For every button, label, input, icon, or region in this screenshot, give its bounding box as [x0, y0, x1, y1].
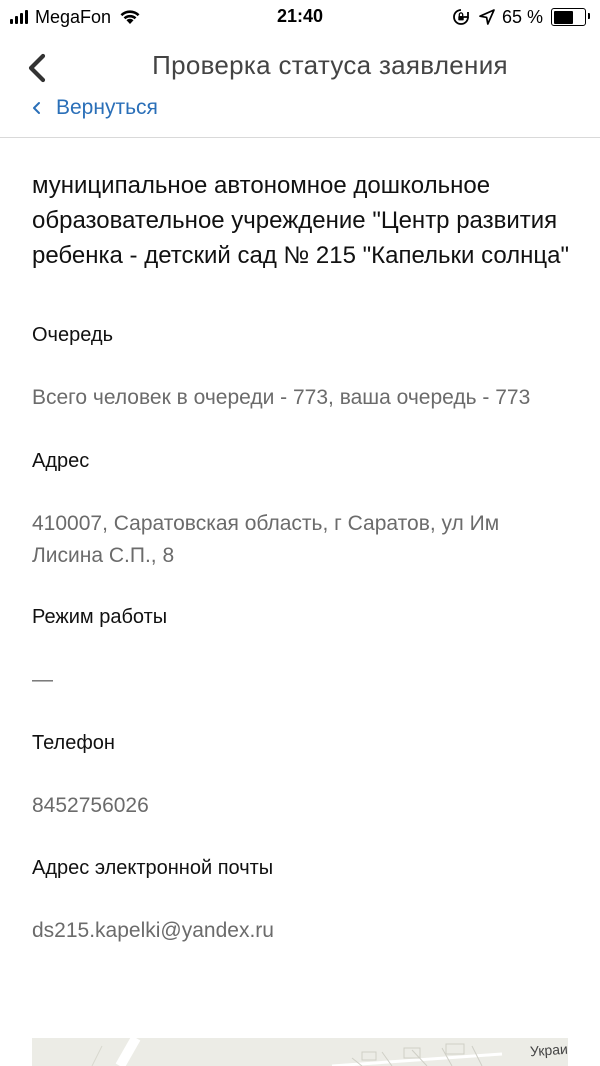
map-street-label: Украи [529, 1040, 568, 1060]
back-chevron-icon[interactable] [22, 50, 52, 86]
email-value[interactable]: ds215.kapelki@yandex.ru [32, 915, 572, 947]
queue-value: Всего человек в очереди - 773, ваша очер… [32, 386, 531, 409]
work-hours-value: — [32, 668, 53, 691]
battery-level [553, 10, 573, 24]
queue-label: Очередь [32, 324, 113, 346]
application-status-details: муниципальное автономное дошкольное обра… [32, 168, 572, 947]
battery-percent: 65 % [501, 6, 543, 27]
status-bar: MegaFon 21:40 65 % [0, 0, 600, 36]
email-label: Адрес электронной почты [32, 857, 274, 879]
address-label: Адрес [32, 450, 90, 472]
navigation-bar: Проверка статуса заявления [0, 36, 600, 100]
phone-value[interactable]: 8452756026 [32, 790, 572, 822]
back-link[interactable]: Вернуться [30, 96, 158, 120]
organization-name: муниципальное автономное дошкольное обра… [32, 172, 570, 269]
work-hours-label: Режим работы [32, 606, 168, 628]
back-link-label: Вернуться [56, 96, 158, 119]
address-value: 410007, Саратовская область, г Саратов, … [32, 512, 500, 567]
location-arrow-icon [479, 9, 495, 25]
chevron-left-icon [33, 102, 40, 114]
rotation-lock-icon [453, 9, 469, 25]
map-streets [91, 1038, 503, 1066]
phone-label: Телефон [32, 732, 115, 754]
battery-icon [551, 8, 590, 26]
divider [0, 137, 600, 138]
page-title: Проверка статуса заявления [152, 50, 508, 80]
location-map[interactable]: Украи [32, 1038, 568, 1066]
